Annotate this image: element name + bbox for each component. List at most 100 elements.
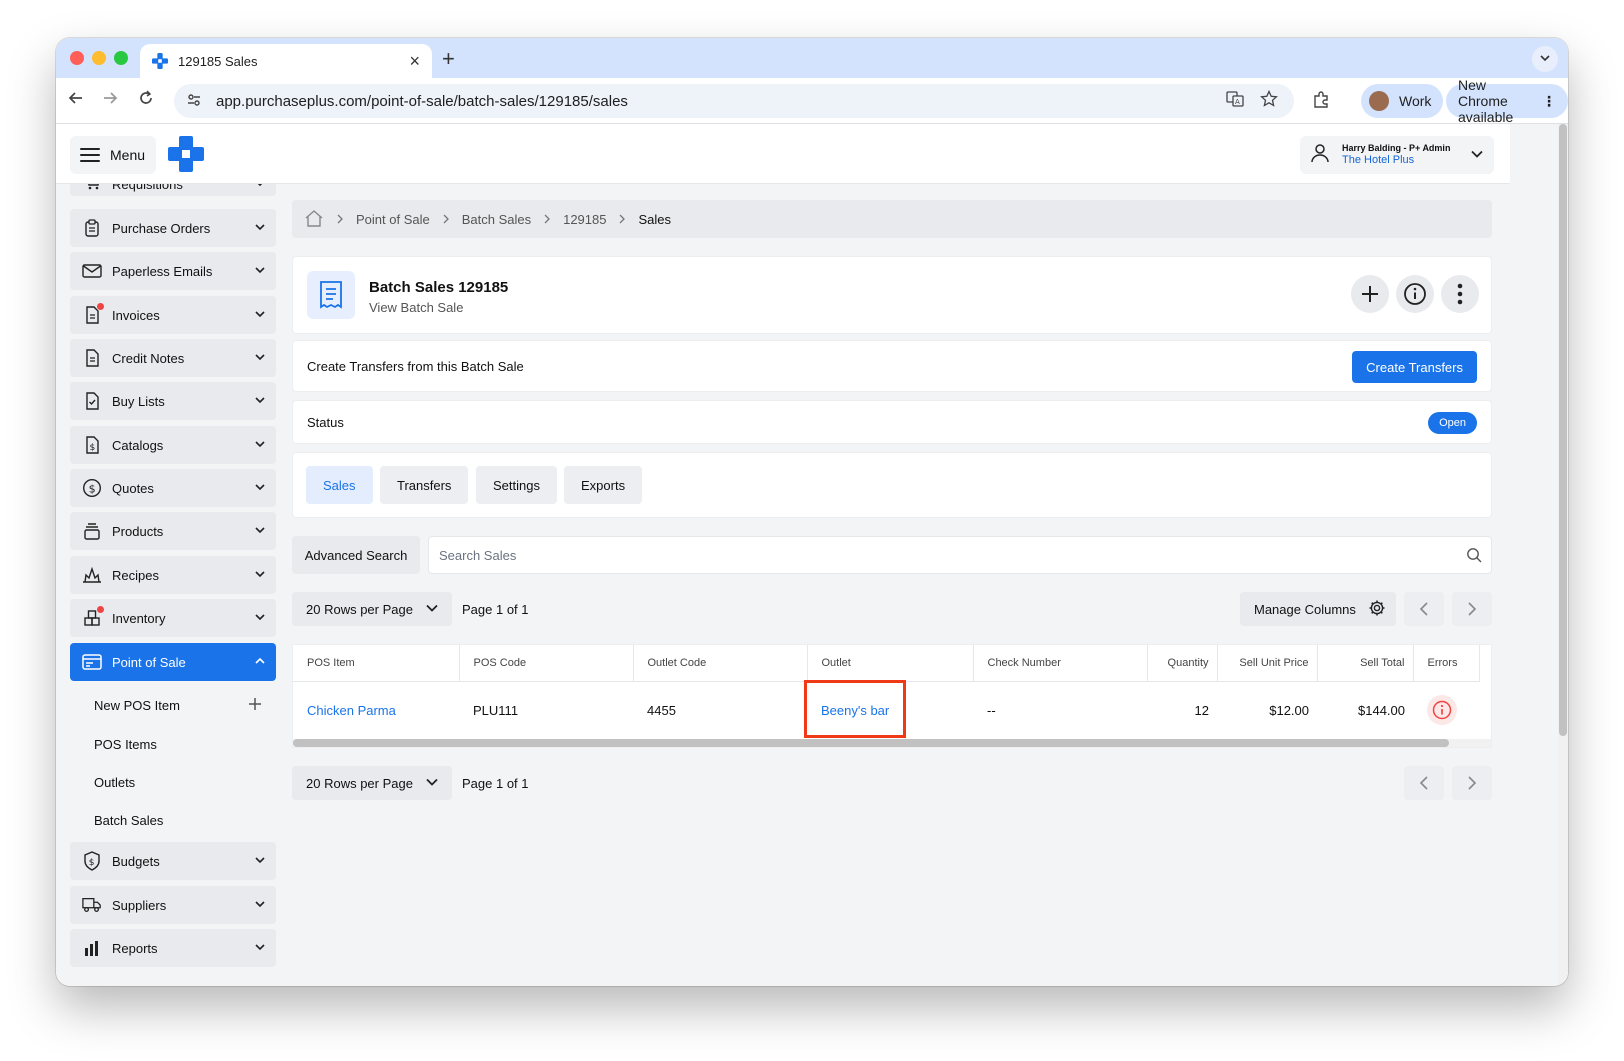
invoice-icon bbox=[82, 303, 104, 325]
tab-settings[interactable]: Settings bbox=[476, 466, 557, 504]
forward-button[interactable] bbox=[102, 90, 118, 111]
purchaseplus-logo-icon[interactable] bbox=[168, 136, 204, 172]
column-header-quantity[interactable]: Quantity bbox=[1147, 645, 1218, 682]
rows-per-page-select-bottom[interactable]: 20 Rows per Page bbox=[292, 766, 452, 800]
next-page-button-bottom[interactable] bbox=[1452, 766, 1492, 800]
sidebar-subitem-pos-items[interactable]: POS Items bbox=[94, 729, 276, 759]
sidebar-item-label: Purchase Orders bbox=[112, 220, 211, 236]
table-horizontal-scrollbar[interactable] bbox=[293, 739, 1491, 747]
browser-tab[interactable]: 129185 Sales × bbox=[140, 44, 432, 78]
manage-columns-label: Manage Columns bbox=[1254, 601, 1356, 617]
rows-per-page-select[interactable]: 20 Rows per Page bbox=[292, 592, 452, 626]
sidebar-item-recipes[interactable]: Recipes bbox=[70, 556, 276, 594]
sidebar-item-credit-notes[interactable]: Credit Notes bbox=[70, 339, 276, 377]
prev-page-button[interactable] bbox=[1404, 592, 1444, 626]
outlet-link[interactable]: Beeny's bar bbox=[821, 703, 889, 718]
sidebar-item-catalogs[interactable]: $ Catalogs bbox=[70, 426, 276, 464]
cell-quantity: 12 bbox=[1194, 702, 1209, 718]
stack-icon bbox=[82, 521, 102, 541]
tab-sales[interactable]: Sales bbox=[306, 466, 373, 504]
column-header-pos-code[interactable]: POS Code bbox=[459, 645, 634, 682]
breadcrumb-link-batch-sales[interactable]: Batch Sales bbox=[462, 212, 531, 227]
pos-item-link[interactable]: Chicken Parma bbox=[307, 703, 396, 718]
catalog-icon: $ bbox=[82, 435, 102, 455]
bookmark-star-icon[interactable] bbox=[1260, 89, 1278, 113]
sidebar-item-invoices[interactable]: Invoices bbox=[70, 296, 276, 334]
sidebar-item-budgets[interactable]: $ Budgets bbox=[70, 842, 276, 880]
maximize-window-button[interactable] bbox=[114, 51, 128, 65]
breadcrumb-link-batch-id[interactable]: 129185 bbox=[563, 212, 606, 227]
column-header-check-number[interactable]: Check Number bbox=[973, 645, 1148, 682]
column-header-sell-total[interactable]: Sell Total bbox=[1317, 645, 1414, 682]
address-bar[interactable]: app.purchaseplus.com/point-of-sale/batch… bbox=[174, 84, 1294, 118]
sidebar-item-purchase-orders[interactable]: Purchase Orders bbox=[70, 209, 276, 247]
chevron-down-icon bbox=[254, 568, 276, 583]
menu-button[interactable]: Menu bbox=[70, 136, 156, 174]
extensions-puzzle-icon[interactable] bbox=[1312, 91, 1330, 114]
reload-button[interactable] bbox=[138, 90, 154, 111]
minimize-window-button[interactable] bbox=[92, 51, 106, 65]
plus-icon bbox=[1362, 286, 1378, 302]
sidebar-subitem-batch-sales[interactable]: Batch Sales bbox=[94, 805, 276, 835]
sidebar-item-paperless-emails[interactable]: Paperless Emails bbox=[70, 252, 276, 290]
translate-icon[interactable]: A bbox=[1226, 90, 1244, 113]
tab-close-icon[interactable]: × bbox=[409, 52, 420, 70]
add-button[interactable] bbox=[1351, 275, 1389, 313]
chrome-update-button[interactable]: New Chrome available ⋮ bbox=[1446, 77, 1568, 125]
sidebar-item-requisitions[interactable]: Requisitions bbox=[70, 184, 276, 196]
chevron-down-icon bbox=[254, 184, 276, 192]
sidebar-item-buy-lists[interactable]: Buy Lists bbox=[70, 382, 276, 420]
sidebar-item-inventory[interactable]: Inventory bbox=[70, 599, 276, 637]
sidebar-item-quotes[interactable]: $ Quotes bbox=[70, 469, 276, 507]
cart-icon bbox=[82, 184, 102, 192]
back-button[interactable] bbox=[68, 90, 84, 111]
sidebar-item-products[interactable]: Products bbox=[70, 512, 276, 550]
column-header-outlet-code[interactable]: Outlet Code bbox=[633, 645, 808, 682]
breadcrumb: Point of Sale Batch Sales 129185 Sales bbox=[292, 200, 1492, 238]
sidebar-subitem-outlets[interactable]: Outlets bbox=[94, 767, 276, 797]
user-icon bbox=[1310, 143, 1330, 168]
new-tab-button[interactable]: + bbox=[442, 46, 455, 72]
sidebar-item-suppliers[interactable]: Suppliers bbox=[70, 886, 276, 924]
breadcrumb-link-point-of-sale[interactable]: Point of Sale bbox=[356, 212, 430, 227]
page-subtitle: View Batch Sale bbox=[369, 300, 464, 315]
tab-search-button[interactable] bbox=[1532, 46, 1558, 72]
update-label: New Chrome available bbox=[1458, 77, 1514, 125]
site-settings-icon[interactable] bbox=[186, 92, 204, 111]
create-transfers-button[interactable]: Create Transfers bbox=[1352, 351, 1477, 383]
manage-columns-button[interactable]: Manage Columns bbox=[1240, 592, 1396, 626]
home-icon[interactable] bbox=[304, 209, 324, 230]
column-header-outlet[interactable]: Outlet bbox=[807, 645, 974, 682]
info-button[interactable] bbox=[1396, 275, 1434, 313]
breadcrumb-current: Sales bbox=[638, 211, 672, 227]
sidebar-item-point-of-sale[interactable]: Point of Sale bbox=[70, 643, 276, 681]
profile-button[interactable]: Work bbox=[1361, 84, 1444, 118]
more-options-button[interactable] bbox=[1441, 275, 1479, 313]
chevron-down-icon bbox=[254, 854, 276, 869]
column-header-sell-unit-price[interactable]: Sell Unit Price bbox=[1217, 645, 1318, 682]
table-scrollbar-thumb[interactable] bbox=[293, 739, 1449, 747]
plus-icon[interactable] bbox=[248, 695, 262, 716]
notification-dot bbox=[97, 303, 104, 310]
user-menu-button[interactable]: Harry Balding - P+ Admin The Hotel Plus bbox=[1300, 136, 1494, 174]
search-icon[interactable] bbox=[1457, 547, 1491, 563]
tab-exports[interactable]: Exports bbox=[564, 466, 643, 504]
page-scrollbar[interactable] bbox=[1558, 124, 1568, 986]
sidebar-subitem-label: New POS Item bbox=[94, 697, 180, 713]
error-info-icon[interactable] bbox=[1427, 695, 1457, 726]
column-header-pos-item[interactable]: POS Item bbox=[293, 645, 460, 682]
column-header-errors[interactable]: Errors bbox=[1413, 645, 1480, 682]
page-scrollbar-thumb[interactable] bbox=[1559, 124, 1567, 736]
sidebar-subitem-new-pos-item[interactable]: New POS Item bbox=[94, 690, 276, 720]
cell-outlet: Beeny's bar bbox=[807, 681, 973, 739]
search-input[interactable] bbox=[439, 547, 1457, 563]
close-window-button[interactable] bbox=[70, 51, 84, 65]
advanced-search-button[interactable]: Advanced Search bbox=[292, 536, 420, 574]
tab-transfers[interactable]: Transfers bbox=[380, 466, 469, 504]
prev-page-button-bottom[interactable] bbox=[1404, 766, 1444, 800]
sidebar-item-label: Reports bbox=[112, 940, 158, 956]
next-page-button[interactable] bbox=[1452, 592, 1492, 626]
sidebar-item-reports[interactable]: Reports bbox=[70, 929, 276, 967]
shield-dollar-icon: $ bbox=[82, 851, 102, 871]
sidebar-item-label: Paperless Emails bbox=[112, 263, 213, 279]
